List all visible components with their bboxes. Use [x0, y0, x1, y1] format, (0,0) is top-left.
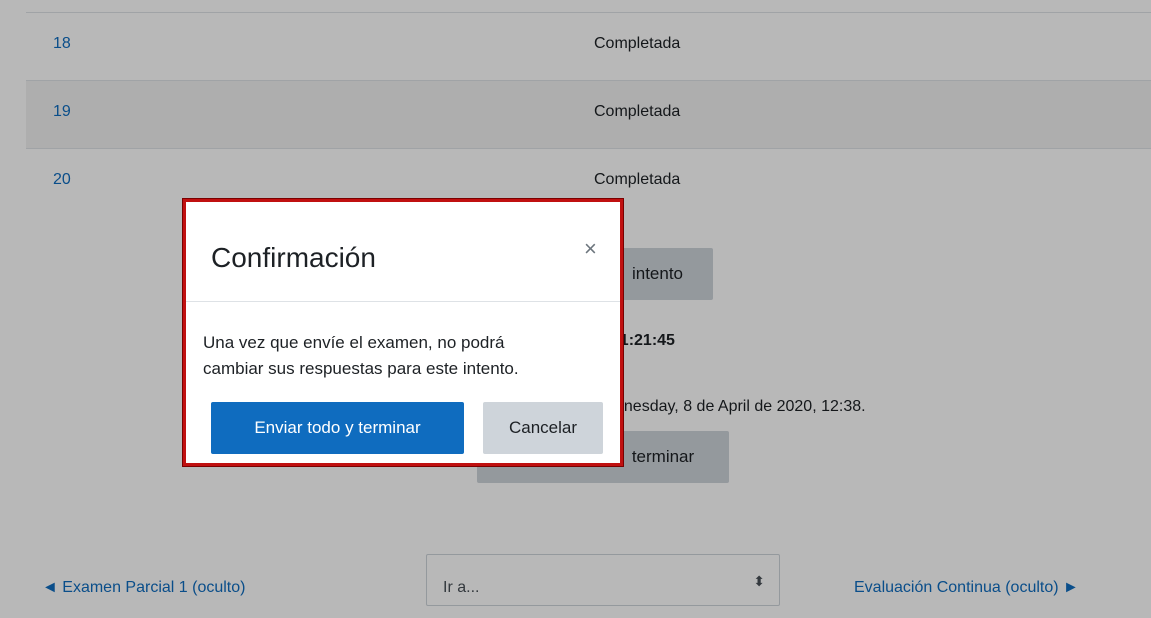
cancel-button[interactable]: Cancelar: [483, 402, 603, 454]
confirmation-dialog: Confirmación × Una vez que envíe el exam…: [183, 199, 623, 466]
dialog-body: Una vez que envíe el examen, no podrá ca…: [203, 330, 613, 382]
dialog-header: Confirmación ×: [186, 202, 620, 302]
dialog-title: Confirmación: [211, 242, 376, 273]
dialog-message-line-2: cambiar sus respuestas para este intento…: [203, 359, 519, 378]
close-icon[interactable]: ×: [584, 236, 597, 262]
dialog-message-line-1: Una vez que envíe el examen, no podrá: [203, 333, 505, 352]
submit-and-finish-button[interactable]: Enviar todo y terminar: [211, 402, 464, 454]
